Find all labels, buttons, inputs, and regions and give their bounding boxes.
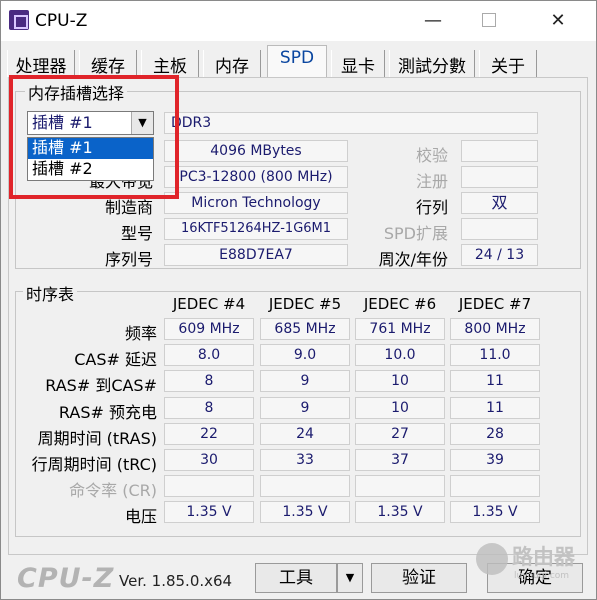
spd-ext-label: SPD扩展 bbox=[383, 224, 448, 243]
close-button[interactable]: ✕ bbox=[546, 9, 570, 33]
tab-caches[interactable]: 缓存 bbox=[79, 50, 137, 77]
timing-cell: 33 bbox=[260, 449, 350, 471]
timing-cell: 609 MHz bbox=[164, 318, 254, 340]
week-year-field: 24 / 13 bbox=[461, 244, 538, 266]
ecc-label: 校验 bbox=[415, 146, 448, 165]
timing-cell: 8 bbox=[164, 397, 254, 419]
timing-cell: 37 bbox=[355, 449, 445, 471]
col-header-jedec4: JEDEC #4 bbox=[172, 295, 246, 313]
timing-cell: 800 MHz bbox=[450, 318, 540, 340]
col-header-jedec6: JEDEC #6 bbox=[363, 295, 437, 313]
week-year-label: 周次/年份 bbox=[378, 250, 448, 269]
timing-row-label: 行周期时间 (tRC) bbox=[31, 455, 157, 474]
watermark-logo-icon bbox=[476, 543, 508, 575]
tab-spd[interactable]: SPD bbox=[267, 45, 327, 77]
col-header-jedec7: JEDEC #7 bbox=[458, 295, 532, 313]
tab-cpu[interactable]: 处理器 bbox=[7, 50, 75, 77]
tab-bench[interactable]: 測試分數 bbox=[389, 50, 475, 77]
validate-button[interactable]: 验证 bbox=[371, 563, 467, 593]
timing-cell bbox=[450, 475, 540, 497]
cpuz-app-icon bbox=[9, 10, 29, 30]
ranks-label: 行列 bbox=[415, 198, 448, 217]
cpuz-brand-logo: CPU-Z bbox=[17, 563, 115, 594]
serial-field: E88D7EA7 bbox=[164, 244, 348, 266]
part-number-field: 16KTF51264HZ-1G6M1 bbox=[164, 218, 348, 240]
cpuz-window: CPU-Z — ✕ 处理器 缓存 主板 内存 SPD 显卡 測試分數 关于 内存… bbox=[0, 0, 597, 600]
tab-graphics[interactable]: 显卡 bbox=[331, 50, 385, 77]
tab-about[interactable]: 关于 bbox=[479, 50, 537, 77]
registered-field bbox=[461, 166, 538, 188]
title-bar: CPU-Z — ✕ bbox=[1, 1, 596, 41]
bandwidth-field: PC3-12800 (800 MHz) bbox=[164, 166, 348, 188]
maximize-button[interactable] bbox=[478, 9, 502, 33]
timing-cell: 8 bbox=[164, 370, 254, 392]
serial-label: 序列号 bbox=[104, 250, 153, 269]
timing-cell bbox=[260, 475, 350, 497]
module-size-field: 4096 MBytes bbox=[164, 140, 348, 162]
timing-cell: 24 bbox=[260, 423, 350, 445]
watermark: 路由器 luyouqi.com bbox=[466, 537, 596, 599]
timing-cell: 27 bbox=[355, 423, 445, 445]
ranks-field: 双 bbox=[461, 192, 538, 214]
timing-cell: 10 bbox=[355, 370, 445, 392]
timing-row-label: RAS# 到CAS# bbox=[45, 376, 157, 395]
timing-cell: 1.35 V bbox=[355, 501, 445, 523]
tools-button[interactable]: 工具 bbox=[255, 563, 337, 593]
timing-cell: 8.0 bbox=[164, 344, 254, 366]
timing-cell: 9 bbox=[260, 370, 350, 392]
version-text: Ver. 1.85.0.x64 bbox=[119, 572, 233, 590]
tab-memory[interactable]: 内存 bbox=[203, 50, 261, 77]
part-number-label: 型号 bbox=[120, 224, 153, 243]
timing-row-label: 周期时间 (tRAS) bbox=[37, 429, 157, 448]
col-header-jedec5: JEDEC #5 bbox=[268, 295, 342, 313]
watermark-text: 路由器 bbox=[512, 545, 575, 569]
timing-row-label: CAS# 延迟 bbox=[74, 350, 157, 369]
tab-strip: 处理器 缓存 主板 内存 SPD 显卡 測試分數 关于 bbox=[1, 45, 596, 77]
timing-cell: 22 bbox=[164, 423, 254, 445]
maximize-icon bbox=[482, 13, 496, 27]
memory-type-field: DDR3 bbox=[164, 112, 538, 134]
timings-group-label: 时序表 bbox=[23, 281, 78, 305]
timing-cell: 10.0 bbox=[355, 344, 445, 366]
timing-cell: 11 bbox=[450, 370, 540, 392]
timing-cell: 9.0 bbox=[260, 344, 350, 366]
timing-cell bbox=[164, 475, 254, 497]
tab-mainboard[interactable]: 主板 bbox=[141, 50, 199, 77]
timing-cell: 30 bbox=[164, 449, 254, 471]
manufacturer-field: Micron Technology bbox=[164, 192, 348, 214]
registered-label: 注册 bbox=[415, 172, 448, 191]
timing-cell: 10 bbox=[355, 397, 445, 419]
timing-cell: 11 bbox=[450, 397, 540, 419]
timing-row-label: 电压 bbox=[124, 507, 157, 526]
timing-cell: 685 MHz bbox=[260, 318, 350, 340]
timing-cell: 1.35 V bbox=[450, 501, 540, 523]
timing-cell: 39 bbox=[450, 449, 540, 471]
tools-dropdown-chevron-icon[interactable]: ▼ bbox=[337, 563, 363, 593]
timing-cell: 1.35 V bbox=[260, 501, 350, 523]
timing-cell: 1.35 V bbox=[164, 501, 254, 523]
watermark-url: luyouqi.com bbox=[514, 571, 570, 581]
timing-cell: 761 MHz bbox=[355, 318, 445, 340]
minimize-button[interactable]: — bbox=[421, 9, 445, 33]
highlight-annotation-box bbox=[9, 75, 179, 199]
timing-row-label: 命令率 (CR) bbox=[69, 481, 157, 500]
timing-cell bbox=[355, 475, 445, 497]
spd-ext-field bbox=[461, 218, 538, 240]
timing-cell: 11.0 bbox=[450, 344, 540, 366]
timing-cell: 28 bbox=[450, 423, 540, 445]
window-title: CPU-Z bbox=[35, 11, 88, 31]
ecc-field bbox=[461, 140, 538, 162]
timing-row-label: RAS# 预充电 bbox=[58, 403, 157, 422]
timing-cell: 9 bbox=[260, 397, 350, 419]
timing-row-label: 频率 bbox=[124, 324, 157, 343]
